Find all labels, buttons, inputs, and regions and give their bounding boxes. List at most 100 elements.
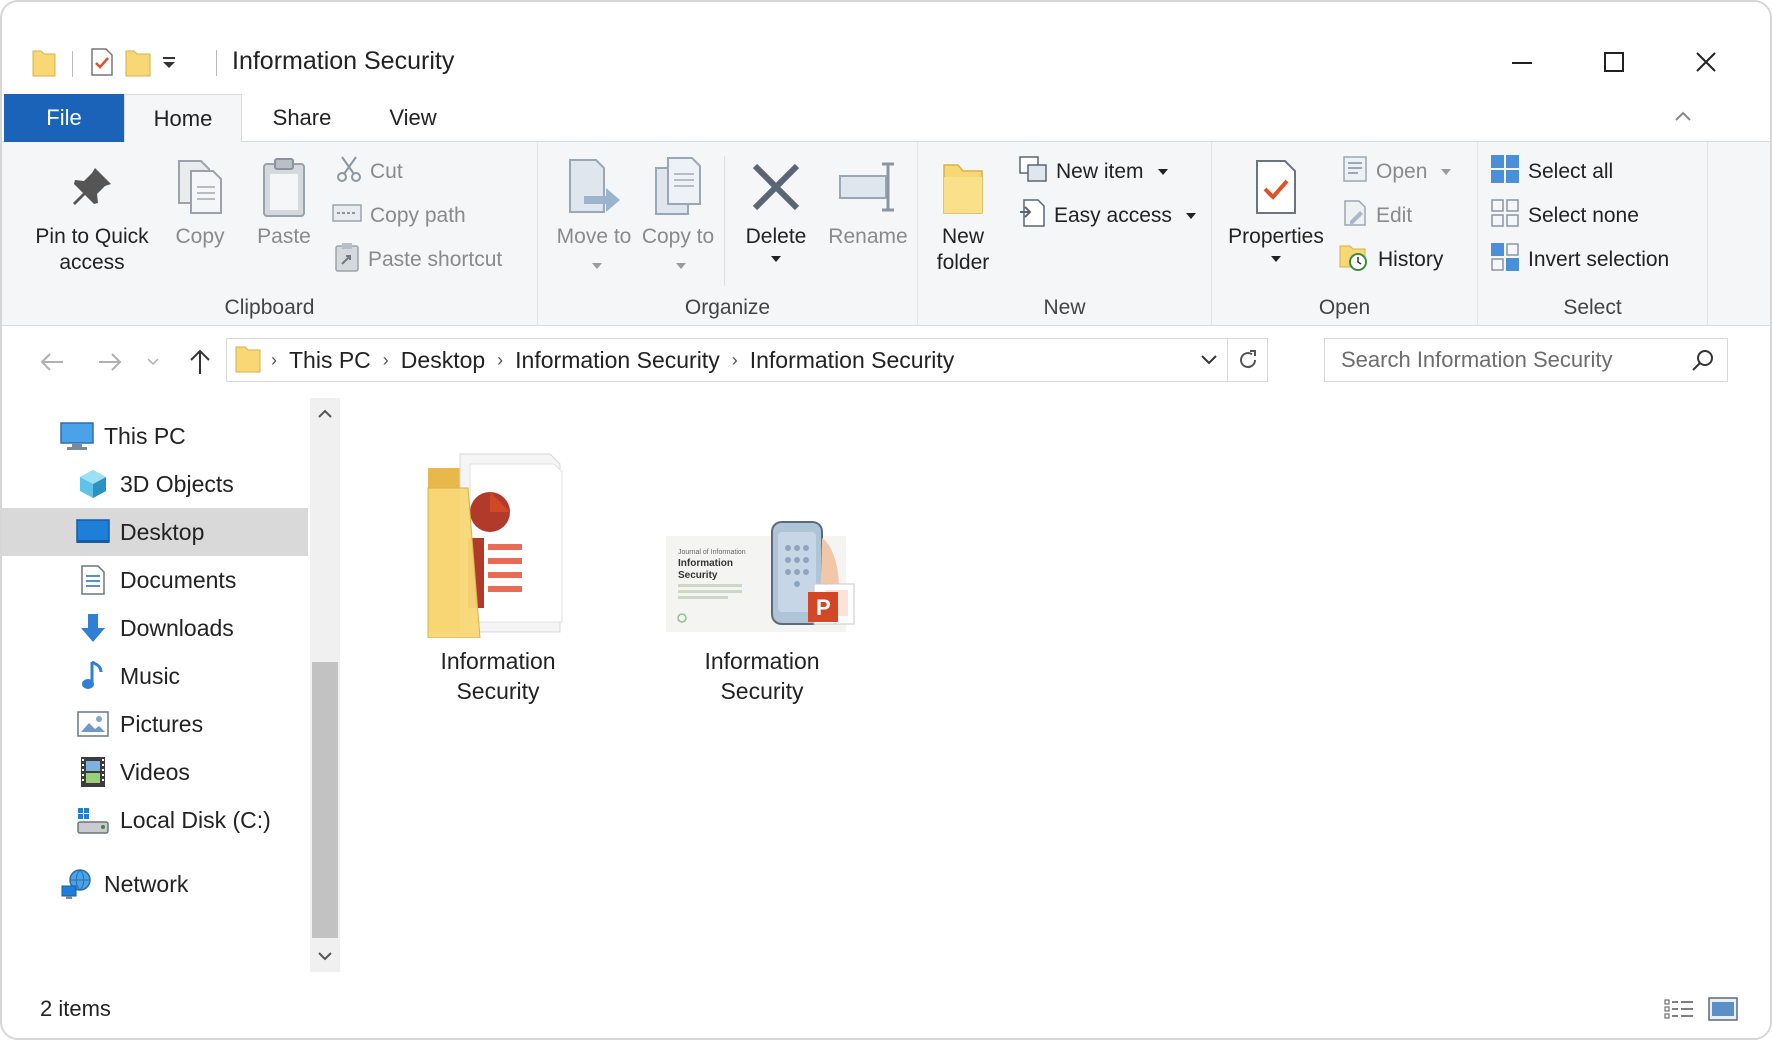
toolbar-separator	[72, 51, 73, 77]
new-group-label: New	[1043, 296, 1086, 319]
customize-toolbar-icon[interactable]	[161, 52, 177, 77]
copy-path-icon	[332, 202, 362, 230]
breadcrumb-information-security-current[interactable]: Information Security	[742, 347, 963, 374]
forward-button[interactable]	[90, 342, 130, 382]
scissors-icon	[336, 155, 362, 189]
properties-label: Properties	[1228, 225, 1324, 248]
copy-path-button[interactable]: Copy path	[332, 198, 466, 234]
pin-quick-access-button[interactable]: Pin to Quick access	[24, 152, 160, 276]
paste-shortcut-button[interactable]: Paste shortcut	[334, 242, 502, 278]
file-name: Information Security	[704, 648, 820, 704]
ribbon: Pin to Quick access Copy Paste Cut Copy …	[2, 142, 1770, 326]
copy-button[interactable]: Copy	[164, 152, 236, 250]
scroll-thumb[interactable]	[312, 662, 338, 938]
disk-icon	[76, 803, 110, 837]
cut-label: Cut	[370, 160, 403, 183]
organize-divider	[724, 156, 725, 286]
open-group: Properties Open Edit History Open	[1212, 142, 1478, 326]
paste-label: Paste	[257, 225, 311, 248]
folder-icon	[235, 343, 261, 378]
select-group-label: Select	[1563, 296, 1622, 319]
recent-locations-button[interactable]	[140, 342, 166, 382]
nav-item-desktop[interactable]: Desktop	[2, 508, 308, 556]
minimize-button[interactable]	[1476, 36, 1568, 88]
maximize-button[interactable]	[1568, 36, 1660, 88]
address-dropdown-icon[interactable]	[1199, 349, 1219, 374]
delete-dropdown-icon	[771, 256, 781, 262]
nav-item-music[interactable]: Music	[2, 652, 308, 700]
file-explorer-window: Information Security File Home Share Vie…	[0, 0, 1772, 1040]
paste-button[interactable]: Paste	[248, 152, 320, 250]
clipboard-group: Pin to Quick access Copy Paste Cut Copy …	[2, 142, 538, 326]
status-bar: 2 items	[2, 978, 1770, 1038]
nav-item-pictures[interactable]: Pictures	[2, 700, 308, 748]
edit-label: Edit	[1376, 204, 1413, 227]
new-folder-qat-icon[interactable]	[125, 47, 151, 82]
rename-button[interactable]: Rename	[822, 152, 914, 250]
tab-view[interactable]: View	[366, 94, 460, 142]
scroll-up-button[interactable]	[310, 398, 340, 428]
nav-item-label: 3D Objects	[120, 470, 234, 497]
copy-to-label: Copy to	[640, 224, 716, 276]
tab-share[interactable]: Share	[254, 94, 350, 142]
nav-item-documents[interactable]: Documents	[2, 556, 308, 604]
breadcrumb-separator[interactable]: ›	[379, 350, 393, 371]
copy-label: Copy	[175, 225, 225, 248]
delete-button[interactable]: Delete	[732, 152, 820, 262]
open-button[interactable]: Open	[1342, 154, 1452, 190]
nav-scrollbar[interactable]	[310, 398, 340, 972]
address-bar[interactable]: › This PC › Desktop › Information Securi…	[226, 338, 1268, 382]
select-none-icon	[1490, 198, 1520, 234]
search-input[interactable]: Search Information Security	[1324, 338, 1728, 382]
large-icons-view-button[interactable]	[1706, 994, 1740, 1024]
nav-item-downloads[interactable]: Downloads	[2, 604, 308, 652]
close-button[interactable]	[1660, 36, 1752, 88]
move-to-button[interactable]: Move to	[556, 152, 632, 276]
tab-home[interactable]: Home	[124, 94, 242, 143]
breadcrumb-separator[interactable]: ›	[493, 350, 507, 371]
new-item-label: New item	[1056, 160, 1144, 183]
invert-selection-button[interactable]: Invert selection	[1490, 242, 1669, 278]
copy-to-button[interactable]: Copy to	[640, 152, 716, 276]
new-item-button[interactable]: New item	[1018, 154, 1168, 190]
edit-button[interactable]: Edit	[1342, 198, 1412, 234]
svg-text:Journal of Information: Journal of Information	[678, 549, 746, 556]
properties-button[interactable]: Properties	[1222, 152, 1330, 262]
select-all-button[interactable]: Select all	[1490, 154, 1613, 190]
select-all-label: Select all	[1528, 160, 1614, 183]
properties-qat-icon[interactable]	[89, 47, 115, 82]
copy-to-icon	[650, 152, 706, 222]
scroll-down-button[interactable]	[310, 942, 340, 972]
collapse-ribbon-icon[interactable]	[1672, 106, 1694, 133]
easy-access-button[interactable]: Easy access	[1018, 198, 1196, 234]
breadcrumb-information-security[interactable]: Information Security	[507, 347, 728, 374]
nav-item-3d-objects[interactable]: 3D Objects	[2, 460, 308, 508]
file-item-pptx[interactable]: Journal of Information Information Secur…	[662, 428, 862, 706]
nav-item-label: This PC	[104, 422, 186, 449]
new-item-icon	[1018, 155, 1048, 189]
breadcrumb-separator[interactable]: ›	[728, 350, 742, 371]
nav-item-label: Documents	[120, 566, 237, 593]
breadcrumb-this-pc[interactable]: This PC	[281, 347, 379, 374]
up-button[interactable]	[180, 342, 220, 382]
nav-item-label: Downloads	[120, 614, 234, 641]
nav-item-label: Videos	[120, 758, 190, 785]
clipboard-group-label: Clipboard	[224, 296, 315, 319]
back-button[interactable]	[32, 342, 72, 382]
refresh-button[interactable]	[1227, 339, 1267, 381]
nav-item-local-disk[interactable]: Local Disk (C:)	[2, 796, 308, 844]
tab-file[interactable]: File	[4, 94, 124, 142]
nav-item-this-pc[interactable]: This PC	[2, 412, 308, 460]
breadcrumb-desktop[interactable]: Desktop	[393, 347, 493, 374]
nav-item-videos[interactable]: Videos	[2, 748, 308, 796]
new-folder-button[interactable]: New folder	[926, 152, 1000, 276]
history-button[interactable]: History	[1338, 242, 1443, 278]
file-item-folder[interactable]: Information Security	[398, 428, 598, 706]
desktop-icon	[76, 515, 110, 549]
nav-item-network[interactable]: Network	[2, 860, 308, 908]
select-none-button[interactable]: Select none	[1490, 198, 1639, 234]
cut-button[interactable]: Cut	[336, 154, 403, 190]
copy-path-label: Copy path	[370, 204, 466, 227]
details-view-button[interactable]	[1662, 994, 1696, 1024]
invert-selection-icon	[1490, 242, 1520, 278]
